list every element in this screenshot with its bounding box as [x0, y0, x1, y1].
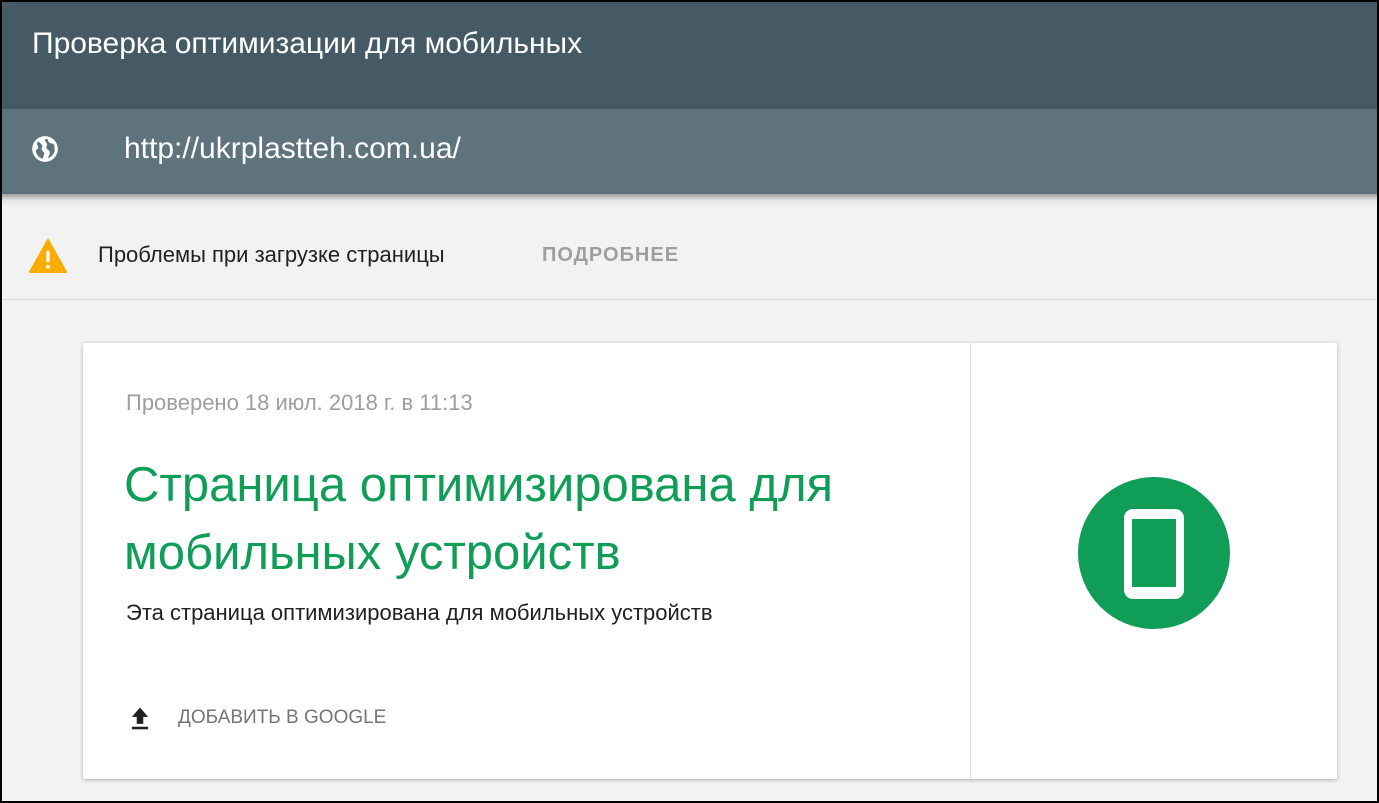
upload-icon: [126, 704, 154, 732]
result-heading: Страница оптимизирована для мобильных ус…: [124, 458, 834, 580]
app-window: Проверка оптимизации для мобильных Пробл…: [0, 0, 1379, 803]
result-description: Эта страница оптимизирована для мобильны…: [126, 600, 713, 625]
warning-message: Проблемы при загрузке страницы: [98, 242, 445, 267]
warning-bar: Проблемы при загрузке страницы ПОДРОБНЕЕ: [2, 208, 1377, 300]
warning-icon: [28, 238, 68, 274]
result-status-panel: [971, 343, 1337, 779]
mobile-friendly-icon: [1078, 477, 1230, 629]
submit-to-google-button[interactable]: ДОБАВИТЬ В GOOGLE: [126, 698, 386, 738]
checked-timestamp: Проверено 18 июл. 2018 г. в 11:13: [126, 390, 473, 415]
app-header: Проверка оптимизации для мобильных: [2, 2, 1377, 109]
page-title: Проверка оптимизации для мобильных: [32, 27, 583, 60]
url-bar: [2, 109, 1377, 194]
globe-icon: [31, 135, 59, 163]
result-card: Проверено 18 июл. 2018 г. в 11:13 Страни…: [83, 343, 1337, 779]
details-link[interactable]: ПОДРОБНЕЕ: [542, 240, 679, 270]
submit-to-google-label: ДОБАВИТЬ В GOOGLE: [178, 707, 387, 728]
url-input[interactable]: [124, 129, 1024, 169]
header-shadow: [2, 194, 1377, 208]
result-summary: Проверено 18 июл. 2018 г. в 11:13 Страни…: [83, 343, 971, 779]
